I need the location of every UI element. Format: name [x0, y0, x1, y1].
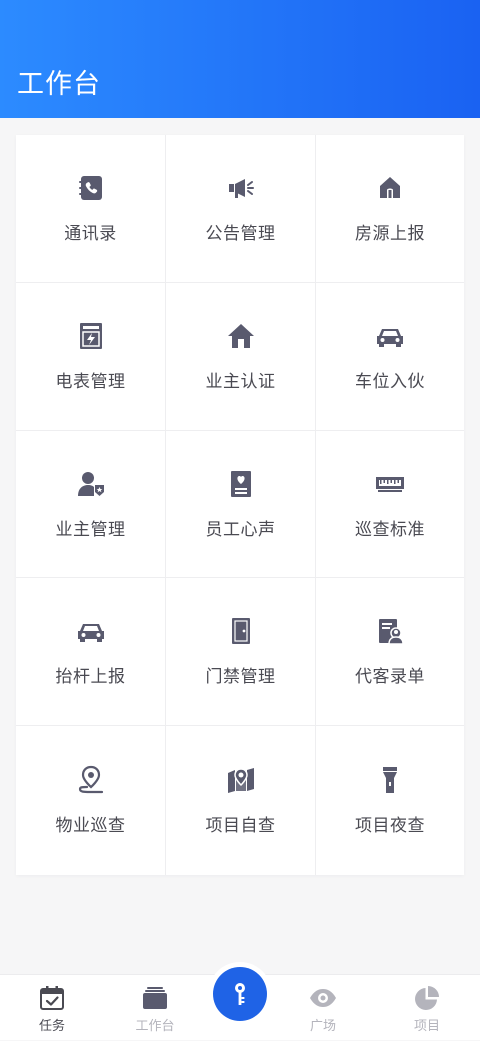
location-pin-icon — [78, 765, 103, 794]
grid-item-label: 通讯录 — [64, 224, 117, 243]
grid-item-access-control[interactable]: 门禁管理 — [166, 578, 316, 726]
grid-item-parking[interactable]: 车位入伙 — [316, 283, 464, 431]
grid-item-contacts[interactable]: 通讯录 — [16, 135, 166, 283]
home-icon — [227, 324, 254, 348]
tab-projects[interactable]: 项目 — [379, 975, 475, 1041]
tab-label: 广场 — [309, 1018, 336, 1033]
center-key-circle — [213, 967, 267, 1021]
grid-item-label: 项目夜查 — [355, 816, 425, 835]
card-stack-icon — [143, 987, 167, 1009]
eye-icon — [310, 989, 336, 1007]
grid-item-project-night-check[interactable]: 项目夜查 — [316, 726, 464, 875]
car-icon — [77, 624, 104, 642]
electric-meter-icon — [79, 323, 102, 349]
grid-item-label: 物业巡查 — [55, 816, 126, 835]
pie-chart-icon — [415, 986, 439, 1010]
flashlight-icon — [383, 767, 397, 793]
grid-item-staff-voice[interactable]: 员工心声 — [166, 431, 316, 578]
heart-document-icon — [230, 470, 251, 497]
page-title: 工作台 — [17, 69, 101, 99]
grid-item-announcements[interactable]: 公告管理 — [166, 135, 316, 283]
grid-item-label: 代客录单 — [355, 667, 425, 686]
grid-item-label: 巡查标准 — [355, 519, 425, 539]
grid-item-label: 员工心声 — [205, 519, 276, 539]
center-key-button[interactable] — [208, 962, 272, 1026]
grid-item-label: 公告管理 — [205, 224, 276, 243]
user-badge-icon — [77, 471, 104, 496]
tab-plaza[interactable]: 广场 — [275, 975, 371, 1041]
map-pin-icon — [227, 768, 254, 793]
grid-item-proxy-order[interactable]: 代客录单 — [316, 578, 464, 726]
grid-item-patrol-standard[interactable]: 巡查标准 — [316, 431, 464, 578]
door-icon — [231, 618, 250, 644]
app-header: 工作台 — [0, 0, 480, 118]
grid-item-barrier-report[interactable]: 抬杆上报 — [16, 578, 166, 726]
calendar-check-icon — [40, 986, 64, 1010]
grid-item-owner-management[interactable]: 业主管理 — [16, 431, 166, 578]
megaphone-icon — [228, 179, 254, 198]
grid-item-label: 车位入伙 — [355, 372, 425, 391]
grid-item-label: 项目自查 — [205, 816, 276, 835]
grid-item-property-patrol[interactable]: 物业巡查 — [16, 726, 166, 875]
grid-item-label: 门禁管理 — [205, 667, 276, 686]
grid-item-label: 抬杆上报 — [55, 667, 126, 686]
tab-workbench[interactable]: 工作台 — [107, 975, 203, 1041]
car-icon — [377, 329, 403, 347]
key-icon — [235, 983, 245, 1005]
grid-item-electric-meter[interactable]: 电表管理 — [16, 283, 166, 431]
tab-label: 工作台 — [135, 1018, 175, 1033]
house-icon — [380, 177, 400, 198]
grid-item-label: 业主管理 — [55, 519, 126, 539]
tab-tasks[interactable]: 任务 — [4, 975, 100, 1041]
function-grid: 通讯录 公告管理 房源上报 电表管理 业主认证 车位入伙 业主管理 员工心声 巡… — [16, 135, 464, 875]
grid-item-label: 房源上报 — [355, 224, 425, 243]
grid-item-project-self-check[interactable]: 项目自查 — [166, 726, 316, 875]
ruler-icon — [376, 476, 404, 492]
user-document-icon — [379, 619, 404, 645]
grid-item-label: 业主认证 — [205, 372, 276, 391]
grid-item-owner-verify[interactable]: 业主认证 — [166, 283, 316, 431]
tab-label: 项目 — [413, 1018, 440, 1033]
grid-item-house-report[interactable]: 房源上报 — [316, 135, 464, 283]
grid-item-label: 电表管理 — [55, 372, 126, 391]
contacts-phone-icon — [78, 176, 102, 200]
tab-label: 任务 — [38, 1018, 65, 1033]
